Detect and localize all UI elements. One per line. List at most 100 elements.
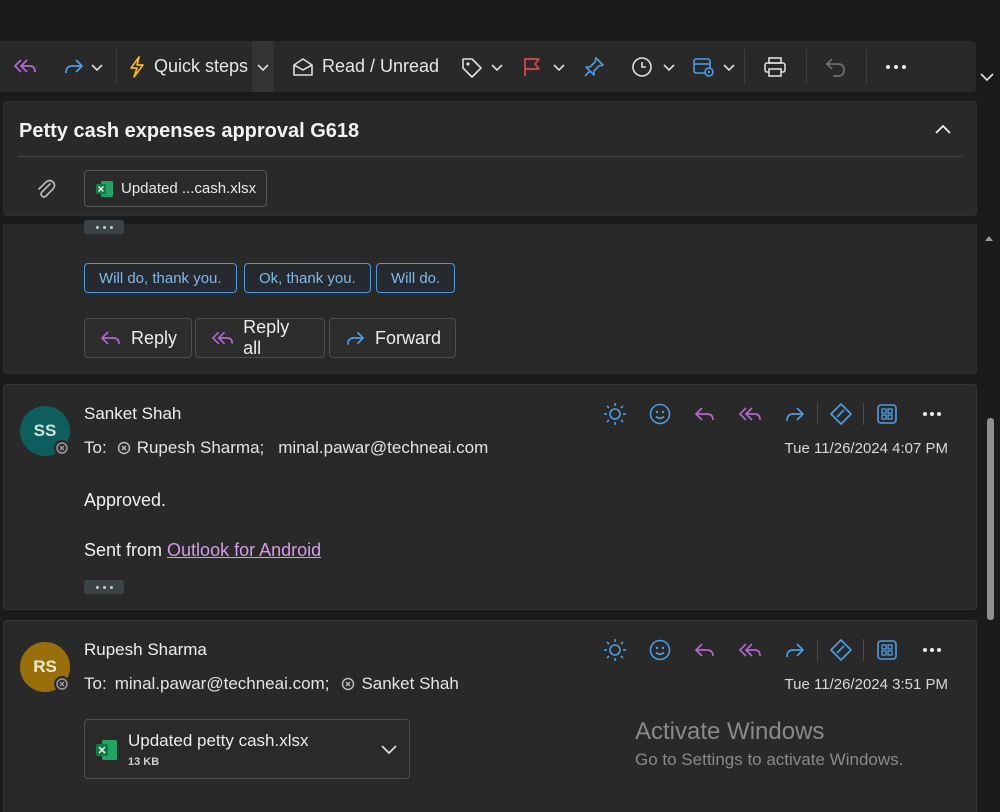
reply-button[interactable] bbox=[682, 400, 727, 428]
react-button[interactable] bbox=[637, 400, 682, 428]
loop-button[interactable] bbox=[818, 636, 863, 664]
more-actions-button[interactable] bbox=[909, 636, 954, 664]
reply-icon bbox=[694, 643, 714, 657]
reply-icon bbox=[694, 407, 714, 421]
loop-button[interactable] bbox=[818, 400, 863, 428]
suggested-reply[interactable]: Will do, thank you. bbox=[84, 263, 237, 293]
window-top-bar bbox=[0, 0, 1000, 41]
message-body: Approved. bbox=[84, 490, 167, 510]
ribbon-expand-chevron-icon[interactable] bbox=[978, 68, 996, 86]
suggested-reply[interactable]: Ok, thank you. bbox=[244, 263, 371, 293]
outlook-android-link[interactable]: Outlook for Android bbox=[167, 540, 321, 560]
excel-icon bbox=[96, 180, 113, 197]
forward-button[interactable]: Forward bbox=[329, 318, 456, 358]
suggested-reply[interactable]: Will do. bbox=[376, 263, 456, 293]
sun-icon bbox=[603, 639, 626, 661]
react-button[interactable] bbox=[637, 636, 682, 664]
attachment-file-size: 13 KB bbox=[128, 756, 160, 768]
reply-all-button[interactable]: Reply all bbox=[195, 317, 325, 358]
recipient[interactable]: minal.pawar@techneai.com bbox=[278, 438, 488, 458]
summarize-button[interactable] bbox=[592, 636, 637, 664]
recipients-line: To: Rupesh Sharma; minal.pawar@techneai.… bbox=[84, 438, 488, 458]
apps-grid-icon bbox=[876, 404, 897, 424]
flag-icon bbox=[524, 57, 540, 76]
loop-icon bbox=[829, 639, 852, 661]
attachment-card[interactable]: Updated petty cash.xlsx 13 KB bbox=[84, 719, 410, 779]
presence-offline-icon bbox=[342, 677, 355, 691]
forward-icon bbox=[785, 407, 804, 422]
pin-button[interactable] bbox=[582, 41, 606, 92]
show-trimmed-content-button[interactable] bbox=[84, 220, 124, 234]
reply-all-icon bbox=[13, 58, 36, 73]
chevron-down-icon[interactable] bbox=[662, 62, 676, 72]
forward-button[interactable] bbox=[772, 400, 817, 428]
smiley-icon bbox=[649, 403, 670, 425]
message-toolbar: Quick steps Read / Unread bbox=[0, 41, 976, 92]
scrollbar-thumb[interactable] bbox=[987, 418, 994, 620]
show-trimmed-content-button[interactable] bbox=[84, 580, 124, 594]
pin-icon bbox=[584, 56, 604, 77]
ellipsis-icon bbox=[886, 64, 906, 69]
ellipsis-icon bbox=[922, 648, 941, 652]
thread-subject: Petty cash expenses approval G618 bbox=[19, 120, 360, 142]
apps-button[interactable] bbox=[864, 400, 909, 428]
chevron-up-icon[interactable] bbox=[932, 118, 954, 140]
forward-icon bbox=[347, 331, 365, 345]
read-unread-label: Read / Unread bbox=[322, 56, 440, 76]
watermark-subtitle: Go to Settings to activate Windows. bbox=[635, 750, 904, 769]
print-button[interactable] bbox=[763, 41, 787, 92]
forward-button[interactable] bbox=[772, 636, 817, 664]
sender-name[interactable]: Sanket Shah bbox=[84, 404, 181, 424]
chevron-down-icon[interactable] bbox=[552, 62, 566, 72]
chevron-down-icon[interactable] bbox=[380, 743, 398, 755]
envelope-open-icon bbox=[293, 57, 313, 76]
reply-button[interactable] bbox=[682, 636, 727, 664]
ellipsis-icon bbox=[922, 412, 941, 416]
recipient[interactable]: Sanket Shah bbox=[361, 674, 458, 694]
loop-icon bbox=[829, 403, 852, 425]
chevron-down-icon[interactable] bbox=[722, 62, 736, 72]
forward-icon bbox=[65, 58, 84, 73]
message-date: Tue 11/26/2024 3:51 PM bbox=[784, 676, 948, 693]
apps-button[interactable] bbox=[864, 636, 909, 664]
to-label: To: bbox=[84, 674, 107, 693]
presence-offline-icon bbox=[117, 441, 130, 455]
more-options-button[interactable] bbox=[884, 41, 908, 92]
chevron-down-icon[interactable] bbox=[90, 62, 104, 72]
forward-label: Forward bbox=[374, 327, 441, 348]
attachment-chip-label: Updated ...cash.xlsx bbox=[121, 180, 257, 197]
summarize-button[interactable] bbox=[592, 400, 637, 428]
reply-all-toolbar-button[interactable] bbox=[12, 41, 38, 92]
message-actions bbox=[592, 400, 954, 428]
avatar-initials: SS bbox=[33, 421, 57, 440]
reply-all-label: Reply all bbox=[243, 317, 290, 358]
tag-button[interactable] bbox=[460, 41, 504, 92]
read-unread-button[interactable]: Read / Unread bbox=[292, 41, 439, 92]
chevron-down-icon[interactable] bbox=[490, 62, 504, 72]
watermark-title: Activate Windows bbox=[635, 718, 825, 745]
recipient[interactable]: Rupesh Sharma; bbox=[137, 438, 265, 458]
undo-button[interactable] bbox=[824, 41, 848, 92]
attachment-chip[interactable]: Updated ...cash.xlsx bbox=[84, 170, 268, 207]
reply-all-icon bbox=[738, 407, 761, 421]
quick-steps-dropdown[interactable] bbox=[252, 41, 274, 92]
snooze-button[interactable] bbox=[631, 41, 676, 92]
activate-windows-watermark: Activate Windows Go to Settings to activ… bbox=[635, 718, 903, 770]
message-card: RS Rupesh Sharma To: minal.pawar@technea… bbox=[3, 620, 977, 812]
forward-toolbar-button[interactable] bbox=[62, 41, 104, 92]
scroll-up-arrow-icon[interactable] bbox=[984, 234, 994, 242]
sender-name[interactable]: Rupesh Sharma bbox=[84, 640, 207, 660]
recipient[interactable]: minal.pawar@techneai.com; bbox=[115, 674, 330, 694]
more-actions-button[interactable] bbox=[909, 400, 954, 428]
reply-all-button[interactable] bbox=[727, 400, 772, 428]
rules-button[interactable] bbox=[692, 41, 736, 92]
toolbar-divider bbox=[116, 49, 117, 84]
quick-steps-button[interactable]: Quick steps bbox=[126, 41, 248, 92]
reply-icon bbox=[100, 331, 120, 345]
flag-button[interactable] bbox=[521, 41, 566, 92]
printer-icon bbox=[764, 56, 786, 77]
reply-label: Reply bbox=[130, 327, 177, 348]
undo-icon bbox=[825, 57, 845, 77]
reply-all-button[interactable] bbox=[727, 636, 772, 664]
reply-button[interactable]: Reply bbox=[84, 318, 192, 358]
